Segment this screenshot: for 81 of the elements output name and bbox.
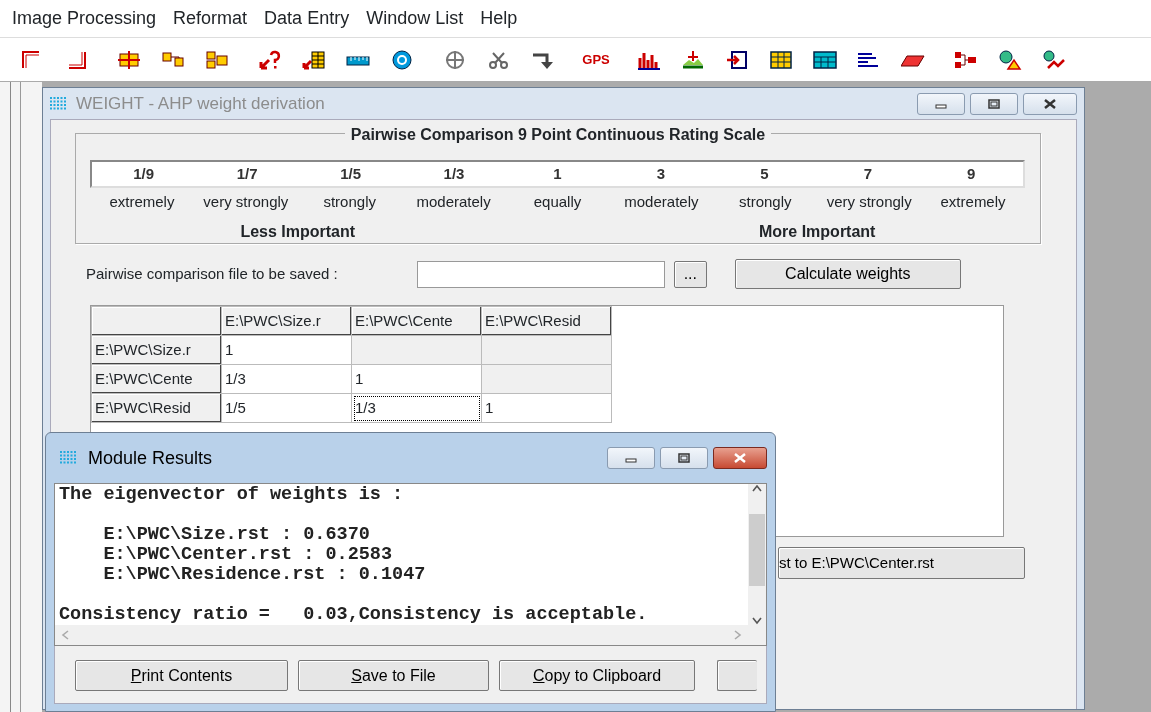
table-cell[interactable]: 1 bbox=[221, 335, 352, 365]
app-icon bbox=[60, 449, 78, 467]
output-line: E:\PWC\Residence.rst : 0.1047 bbox=[102, 565, 427, 585]
scale-value: 1/5 bbox=[339, 163, 363, 184]
circle-triangle-icon[interactable] bbox=[998, 48, 1022, 71]
scale-value: 1/7 bbox=[235, 163, 259, 184]
import-icon[interactable] bbox=[725, 48, 749, 71]
scale-label: very strongly bbox=[825, 192, 913, 212]
table-cell[interactable]: 1 bbox=[351, 364, 482, 394]
file-name-field[interactable] bbox=[416, 260, 665, 288]
circle-line-icon[interactable] bbox=[1042, 48, 1066, 71]
scale-value: 5 bbox=[759, 163, 770, 184]
close-button[interactable] bbox=[713, 447, 767, 469]
window-title: Module Results bbox=[88, 446, 213, 470]
dialog-button[interactable] bbox=[717, 660, 757, 691]
table-cell[interactable]: 1/5 bbox=[221, 393, 352, 423]
maximize-icon bbox=[678, 453, 690, 463]
horizontal-scrollbar[interactable] bbox=[55, 625, 748, 645]
scale-caption: More Important bbox=[758, 221, 877, 242]
vertical-scrollbar[interactable] bbox=[748, 484, 766, 625]
menu-item[interactable]: Reformat bbox=[169, 5, 261, 32]
field-label: Pairwise comparison file to be saved : bbox=[86, 263, 338, 284]
scale-label: very strongly bbox=[202, 192, 290, 212]
scale-label: extremely bbox=[108, 192, 176, 212]
menu-item[interactable]: Image Processing bbox=[8, 5, 170, 32]
row-header: E:\PWC\Resid bbox=[91, 393, 222, 423]
scale-value: 1/3 bbox=[442, 163, 466, 184]
crosshair-icon[interactable] bbox=[443, 48, 467, 71]
table-cell[interactable]: 1 bbox=[481, 393, 612, 423]
table-cell[interactable]: 1/3 bbox=[221, 364, 352, 394]
table-icon[interactable] bbox=[813, 48, 837, 71]
minimize-button[interactable] bbox=[607, 447, 655, 469]
maximize-icon bbox=[988, 98, 1000, 109]
browse-button[interactable]: ... bbox=[673, 260, 707, 288]
maximize-button[interactable] bbox=[660, 447, 708, 469]
scale-value: 1/9 bbox=[132, 163, 156, 184]
menu-item[interactable]: Help bbox=[476, 5, 531, 32]
column-header: E:\PWC\Size.r bbox=[221, 306, 352, 336]
column-header: E:\PWC\Cente bbox=[351, 306, 482, 336]
target-icon[interactable] bbox=[390, 48, 414, 71]
output-line: Consistency ratio = 0.03,Consistency is acceptable. bbox=[59, 605, 649, 625]
table-icon[interactable] bbox=[769, 48, 793, 71]
dialog-button[interactable]: Copy to Clipboard bbox=[499, 660, 695, 691]
scale-value: 1 bbox=[552, 163, 563, 184]
grid-icon[interactable] bbox=[117, 48, 141, 71]
boxes-icon[interactable] bbox=[205, 48, 229, 71]
maximize-button[interactable] bbox=[970, 92, 1018, 115]
scale-label: moderately bbox=[623, 192, 700, 212]
close-icon bbox=[1043, 98, 1057, 109]
scale-label: strongly bbox=[738, 192, 793, 212]
output-line: The eigenvector of weights is : bbox=[59, 485, 405, 505]
menu-item[interactable]: Window List bbox=[362, 5, 477, 32]
scale-label: extremely bbox=[939, 192, 1007, 212]
dialog-button[interactable]: Save to File bbox=[298, 660, 489, 691]
window-title: WEIGHT - AHP weight derivation bbox=[76, 92, 325, 115]
close-button[interactable] bbox=[1023, 92, 1077, 115]
app-icon bbox=[50, 94, 68, 113]
output-line: E:\PWC\Center.rst : 0.2583 bbox=[102, 545, 394, 565]
scale-value: 3 bbox=[655, 163, 667, 184]
table-cell[interactable]: 1/3 bbox=[351, 393, 482, 423]
group-title: Pairwise Comparison 9 Point Continuous Rating Scale bbox=[344, 126, 772, 143]
row-header: E:\PWC\Cente bbox=[91, 364, 222, 394]
dialog-button[interactable]: Print Contents bbox=[75, 660, 288, 691]
calculate-button[interactable]: Calculate weights bbox=[734, 259, 961, 289]
scale-label: equally bbox=[532, 192, 583, 212]
scale-label: moderately bbox=[415, 192, 492, 212]
close-icon bbox=[733, 453, 747, 463]
output-line: E:\PWC\Size.rst : 0.6370 bbox=[102, 525, 371, 545]
column-header: E:\PWC\Resid bbox=[481, 306, 612, 336]
scale-value: 9 bbox=[966, 163, 977, 184]
gps-button[interactable]: GPS bbox=[582, 53, 610, 66]
scale-caption: Less Important bbox=[239, 221, 357, 242]
profile-icon[interactable] bbox=[681, 48, 705, 71]
scale-label: strongly bbox=[322, 192, 377, 212]
minimize-button[interactable] bbox=[917, 92, 965, 115]
arrow-question-icon[interactable] bbox=[258, 48, 282, 71]
menu-item[interactable]: Data Entry bbox=[260, 5, 363, 32]
assign-button[interactable]: st to E:\PWC\Center.rst bbox=[778, 547, 1025, 579]
arrow-table-icon[interactable] bbox=[302, 48, 326, 71]
scale-value: 7 bbox=[862, 163, 873, 184]
row-header: E:\PWC\Size.r bbox=[91, 335, 222, 365]
